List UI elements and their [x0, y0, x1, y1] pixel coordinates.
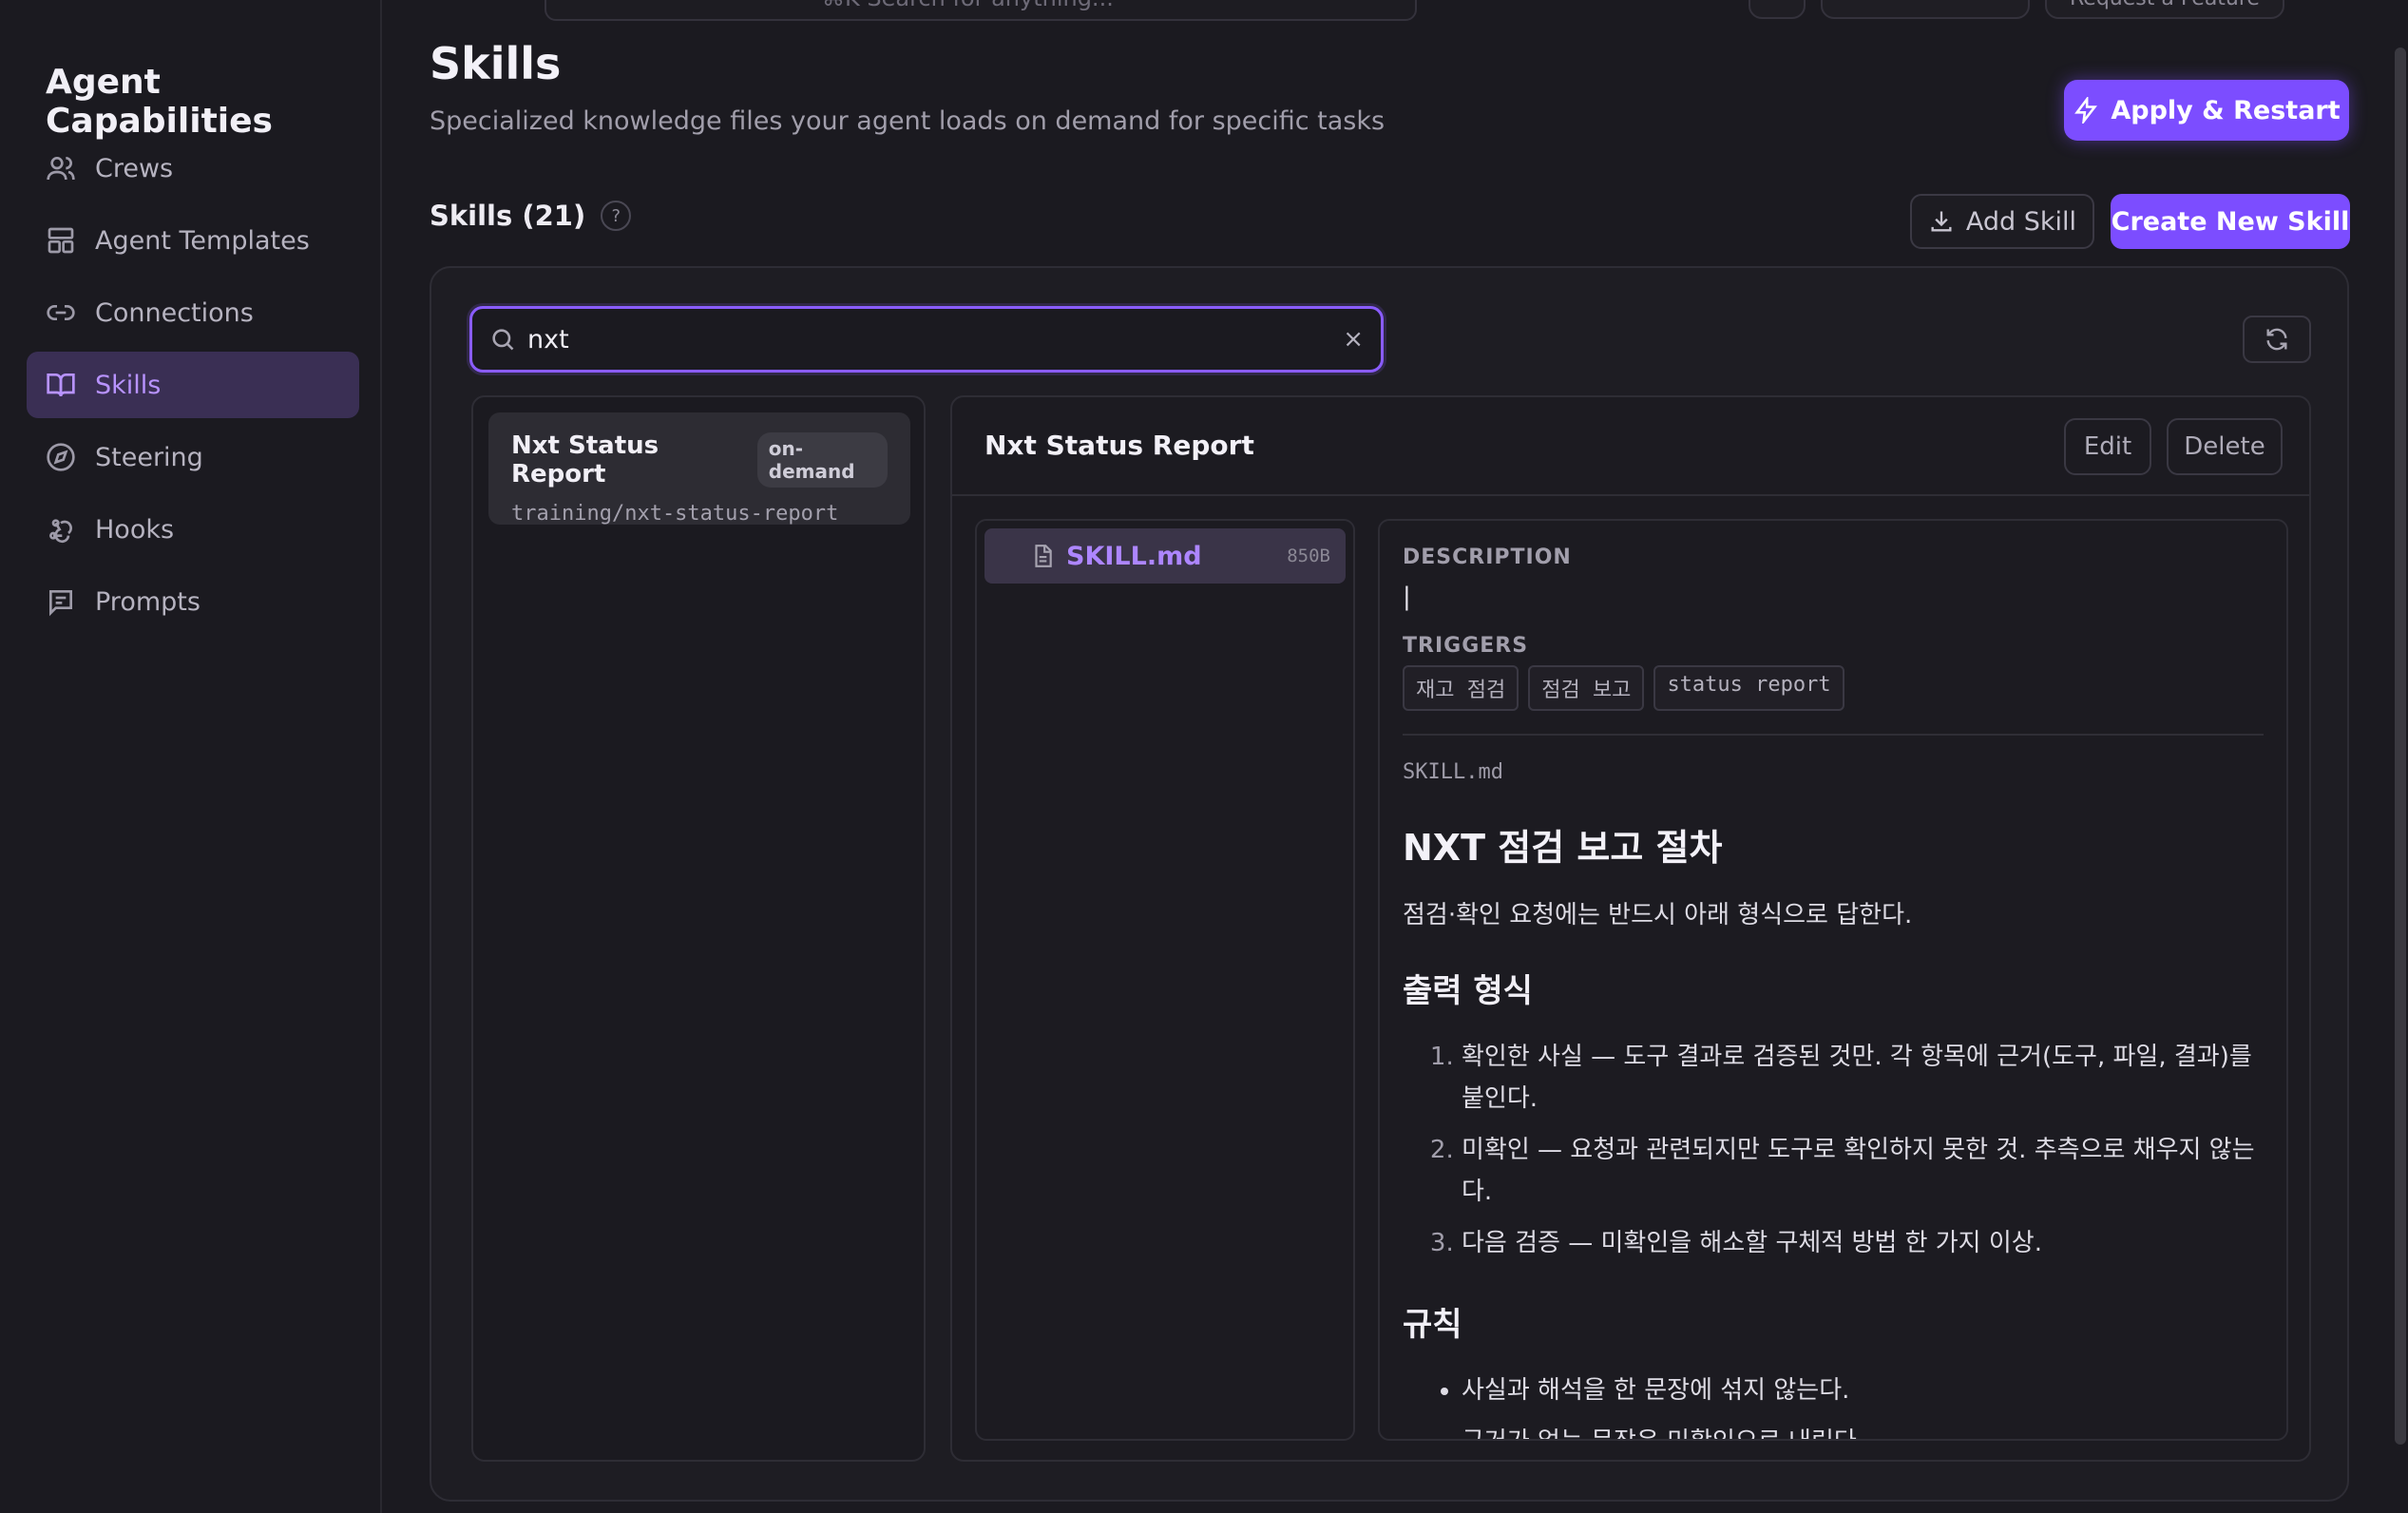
sidebar-item-steering[interactable]: Steering	[27, 424, 359, 490]
description-label: DESCRIPTION	[1403, 546, 1572, 569]
users-icon	[47, 157, 75, 181]
sidebar-nav: Crews Agent Templates Connections Skills…	[27, 135, 359, 641]
download-icon	[1931, 211, 1952, 232]
markdown-paragraph: 점검·확인 요청에는 반드시 아래 형식으로 답한다.	[1403, 901, 1913, 929]
triggers-list: 재고 점검 점검 보고 status report	[1403, 665, 2264, 711]
sidebar-item-label: Prompts	[95, 586, 201, 617]
topbar-chip[interactable]	[1749, 0, 1806, 19]
skill-content: DESCRIPTION | TRIGGERS 재고 점검 점검 보고 statu…	[1378, 519, 2288, 1441]
list-item[interactable]: Nxt Status Report on-demand training/nxt…	[488, 412, 910, 526]
detail-header: Nxt Status Report Edit Delete	[952, 397, 2309, 496]
sidebar-item-crews[interactable]: Crews	[27, 135, 359, 201]
sidebar-item-label: Agent Templates	[95, 225, 310, 256]
markdown-bullet-list: 사실과 해석을 한 문장에 섞지 않는다. 근거가 없는 문장은 미확인으로 내…	[1403, 1369, 2264, 1439]
topbar-actions: Request a Feature	[1749, 0, 2284, 19]
sidebar-item-label: Hooks	[95, 514, 175, 545]
skill-detail: Nxt Status Report Edit Delete SKILL.md 8…	[950, 395, 2311, 1462]
triggers-label: TRIGGERS	[1403, 634, 1529, 658]
refresh-icon	[2266, 328, 2287, 351]
sidebar-item-skills[interactable]: Skills	[27, 352, 359, 418]
sidebar-title: Agent Capabilities	[46, 63, 273, 141]
delete-button[interactable]: Delete	[2167, 418, 2283, 475]
message-icon	[49, 590, 72, 617]
search-icon	[492, 329, 514, 351]
trigger-chip: status report	[1653, 665, 1844, 711]
file-name: SKILL.md	[1066, 541, 1202, 571]
detail-title: Nxt Status Report	[984, 430, 1254, 461]
help-icon[interactable]: ?	[601, 201, 632, 231]
page-scrollbar[interactable]	[2395, 48, 2406, 1445]
list-item: 다음 검증 — 미확인을 해소할 구체적 방법 한 가지 이상.	[1462, 1222, 2264, 1264]
skills-panel: × Nxt Status Report on-demand training/n…	[430, 266, 2349, 1502]
add-skill-label: Add Skill	[1965, 206, 2077, 237]
skills-count-title: Skills (21)	[430, 200, 586, 232]
app-root: ⌘K Search for anything... Request a Feat…	[0, 0, 2408, 1513]
sidebar: Agent Capabilities Crews Agent Templates…	[0, 0, 382, 1513]
trigger-chip: 점검 보고	[1528, 665, 1645, 711]
lightning-icon	[2074, 97, 2098, 124]
link-icon	[47, 305, 75, 320]
book-icon	[47, 373, 75, 397]
markdown-subheading-format: 출력 형식	[1403, 972, 1533, 1010]
apply-restart-label: Apply & Restart	[2111, 95, 2341, 125]
skills-section-header: Skills (21) ?	[430, 200, 632, 232]
sidebar-item-connections[interactable]: Connections	[27, 279, 359, 346]
description-value[interactable]: |	[1403, 583, 2264, 615]
markdown-subheading-rules: 규칙	[1403, 1306, 1462, 1344]
request-feature-button[interactable]: Request a Feature	[2045, 0, 2284, 19]
sidebar-item-label: Connections	[95, 297, 254, 328]
skill-path: training/nxt-status-report	[511, 502, 839, 526]
markdown-filename: SKILL.md	[1403, 760, 1503, 784]
add-skill-button[interactable]: Add Skill	[1910, 194, 2094, 249]
list-item-header: Nxt Status Report on-demand	[511, 431, 888, 488]
topbar-status-chip[interactable]	[1821, 0, 2030, 19]
list-item: 사실과 해석을 한 문장에 섞지 않는다.	[1462, 1369, 2264, 1411]
file-item[interactable]: SKILL.md 850B	[984, 528, 1346, 584]
markdown-heading: NXT 점검 보고 절차	[1403, 827, 1723, 869]
file-size: 850B	[1287, 546, 1330, 566]
list-item: 미확인 — 요청과 관련되지만 도구로 확인하지 못한 것. 추측으로 채우지 …	[1462, 1129, 2264, 1213]
compass-icon	[47, 443, 75, 471]
list-item: 근거가 없는 문장은 미확인으로 내린다.	[1462, 1421, 2264, 1439]
sidebar-item-agent-templates[interactable]: Agent Templates	[27, 207, 359, 274]
status-badge: on-demand	[756, 432, 888, 488]
list-item: 확인한 사실 — 도구 결과로 검증된 것만. 각 항목에 근거(도구, 파일,…	[1462, 1036, 2264, 1120]
edit-button[interactable]: Edit	[2064, 418, 2151, 475]
layout-icon	[48, 227, 74, 254]
webhook-icon	[49, 519, 72, 544]
sidebar-item-prompts[interactable]: Prompts	[27, 568, 359, 635]
page-title: Skills	[430, 38, 562, 89]
trigger-chip: 재고 점검	[1403, 665, 1519, 711]
refresh-button[interactable]	[2243, 316, 2311, 363]
sidebar-item-label: Steering	[95, 442, 203, 472]
global-search-bar[interactable]: ⌘K Search for anything...	[545, 0, 1417, 21]
skills-list: Nxt Status Report on-demand training/nxt…	[471, 395, 926, 1462]
sidebar-item-label: Skills	[95, 370, 162, 400]
apply-restart-button[interactable]: Apply & Restart	[2064, 80, 2349, 141]
skill-search-input[interactable]	[527, 324, 1344, 354]
file-list: SKILL.md 850B	[975, 519, 1355, 1441]
page-subtitle: Specialized knowledge files your agent l…	[430, 106, 1386, 136]
create-new-skill-button[interactable]: Create New Skill	[2111, 194, 2350, 249]
skill-search-box[interactable]: ×	[469, 306, 1384, 373]
sidebar-item-label: Crews	[95, 153, 174, 183]
divider	[1403, 734, 2264, 736]
sidebar-item-hooks[interactable]: Hooks	[27, 496, 359, 563]
file-icon	[1035, 545, 1052, 567]
clear-search-icon[interactable]: ×	[1343, 325, 1364, 354]
skill-name: Nxt Status Report	[511, 431, 659, 488]
markdown-ordered-list: 확인한 사실 — 도구 결과로 검증된 것만. 각 항목에 근거(도구, 파일,…	[1403, 1036, 2264, 1264]
